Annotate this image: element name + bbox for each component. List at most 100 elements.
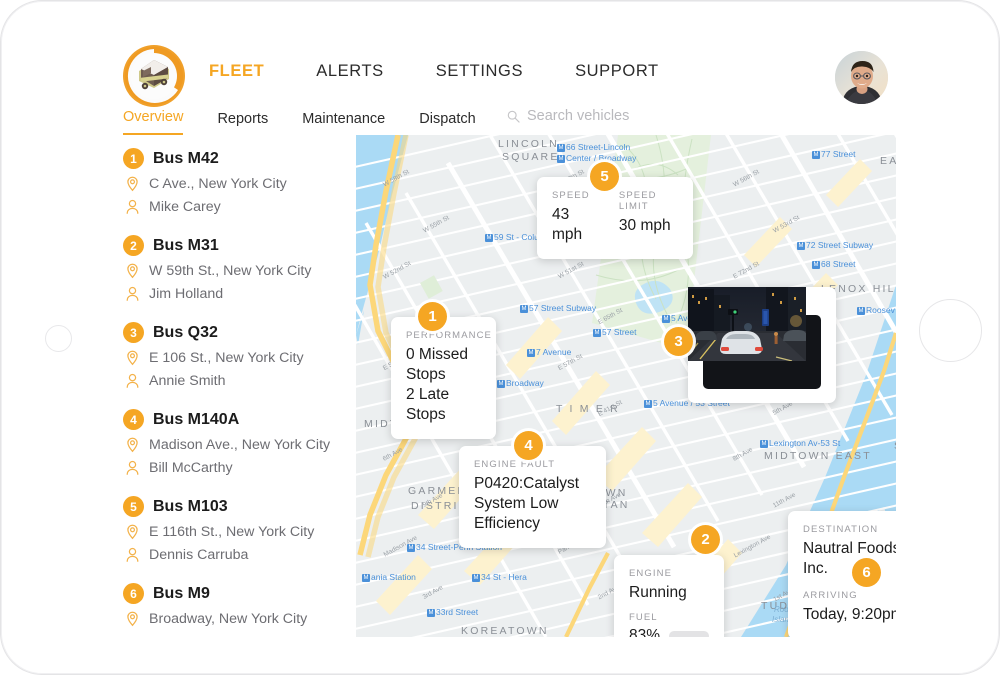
search-icon xyxy=(507,110,520,123)
search-placeholder: Search vehicles xyxy=(527,108,630,124)
bus-header[interactable]: 2 Bus M31 xyxy=(106,235,356,256)
list-item[interactable]: 3 Bus Q32 E 106 St., New York City Annie Sm… xyxy=(106,322,356,389)
main-navigation: FLEET ALERTS SETTINGS SUPPORT xyxy=(209,62,685,81)
map-pin-icon xyxy=(127,350,138,366)
bus-driver: Annie Smith xyxy=(149,373,226,389)
list-item[interactable]: 5 Bus M103 E 116th St., New York City Denni… xyxy=(106,496,356,563)
bus-driver-row: Annie Smith xyxy=(106,373,356,389)
vehicle-pin-4[interactable]: 4 xyxy=(514,431,543,460)
tab-overview[interactable]: Overview xyxy=(123,109,184,135)
popup-engine-fault-line1: P0420:Catalyst xyxy=(474,475,580,492)
bus-location-row: E 106 St., New York City xyxy=(106,350,356,366)
popup-destination-value: Nautral Foods, Inc. xyxy=(803,540,896,577)
popup-performance-label: PERFORMANCE xyxy=(406,330,492,341)
popup-engine-fault[interactable]: ENGINE FAULT P0420:Catalyst System Low E… xyxy=(459,446,606,548)
bus-name: Bus M42 xyxy=(153,149,219,167)
dashcam-night-street-photo[interactable] xyxy=(688,287,821,389)
bus-header[interactable]: 3 Bus Q32 xyxy=(106,322,356,343)
popup-speed-label: SPEED xyxy=(552,190,590,201)
map-pin-icon xyxy=(127,263,138,279)
bus-driver-row: Jim Holland xyxy=(106,286,356,302)
bus-location: E 116th St., New York City xyxy=(149,524,315,540)
popup-destination-label: DESTINATION xyxy=(803,524,879,535)
popup-speed-limit-label: SPEED LIMIT xyxy=(618,190,657,212)
avatar[interactable] xyxy=(835,51,888,104)
bus-driver: Mike Carey xyxy=(149,199,221,215)
bus-location-row: W 59th St., New York City xyxy=(106,263,356,279)
nav-item-alerts[interactable]: ALERTS xyxy=(290,62,410,81)
bus-location: Madison Ave., New York City xyxy=(149,437,331,453)
bus-location-row: Madison Ave., New York City xyxy=(106,437,356,453)
bus-header[interactable]: 5 Bus M103 xyxy=(106,496,356,517)
tablet-camera xyxy=(45,325,72,352)
bus-driver: Bill McCarthy xyxy=(149,460,233,476)
popup-engine[interactable]: ENGINE Running FUEL 83% xyxy=(614,555,724,637)
vehicle-list[interactable]: 1 Bus M42 C Ave., New York City Mike Carey 2… xyxy=(106,135,356,637)
bus-index-badge: 4 xyxy=(123,409,144,430)
list-item[interactable]: 1 Bus M42 C Ave., New York City Mike Carey xyxy=(106,148,356,215)
popup-arriving-label: ARRIVING xyxy=(803,590,858,601)
bus-name: Bus M31 xyxy=(153,236,219,254)
bus-header[interactable]: 1 Bus M42 xyxy=(106,148,356,169)
popup-performance-line2: 2 Late Stops xyxy=(406,386,450,423)
tablet-home-button[interactable] xyxy=(919,299,982,362)
nav-item-settings[interactable]: SETTINGS xyxy=(410,62,549,81)
map-pin-icon xyxy=(127,176,138,192)
person-icon xyxy=(126,286,139,301)
vehicle-pin-5[interactable]: 5 xyxy=(590,162,619,191)
bus-location: Broadway, New York City xyxy=(149,611,308,627)
map-pin-icon xyxy=(127,437,138,453)
popup-fuel-value: 83% xyxy=(629,627,661,637)
app-header: FLEET ALERTS SETTINGS SUPPORT Overview R… xyxy=(106,36,896,135)
bus-name: Bus Q32 xyxy=(153,323,218,341)
popup-speed[interactable]: SPEED 43 mph SPEED LIMIT 30 mph xyxy=(537,177,693,259)
bus-driver: Jim Holland xyxy=(149,286,224,302)
popup-performance-line1: 0 Missed Stops xyxy=(406,346,469,383)
bus-index-badge: 2 xyxy=(123,235,144,256)
popup-speed-limit-value: 30 mph xyxy=(618,217,671,234)
list-item[interactable]: 2 Bus M31 W 59th St., New York City Jim Hol… xyxy=(106,235,356,302)
popup-arriving-value: Today, 9:20pm xyxy=(803,606,896,623)
bus-name: Bus M103 xyxy=(153,497,228,515)
bus-driver-row: Bill McCarthy xyxy=(106,460,356,476)
popup-performance[interactable]: PERFORMANCE 0 Missed Stops 2 Late Stops xyxy=(391,317,496,439)
map-pin-icon xyxy=(127,524,138,540)
map-pin-icon xyxy=(127,611,138,627)
bus-location: W 59th St., New York City xyxy=(149,263,312,279)
popup-speed-value: 43 mph xyxy=(552,206,583,243)
bus-header[interactable]: 6 Bus M9 xyxy=(106,583,356,604)
popup-harsh-braking[interactable]: HARSH BRAKING xyxy=(688,287,836,403)
popup-engine-fault-label: ENGINE FAULT xyxy=(474,459,556,470)
bus-logo-icon[interactable] xyxy=(123,45,185,107)
vehicle-pin-2[interactable]: 2 xyxy=(691,525,720,554)
app-screen: FLEET ALERTS SETTINGS SUPPORT Overview R… xyxy=(106,36,896,637)
fuel-gauge: 83% xyxy=(629,627,709,637)
sub-navigation: Overview Reports Maintenance Dispatch xyxy=(106,103,896,135)
tab-reports[interactable]: Reports xyxy=(217,111,268,135)
bus-header[interactable]: 4 Bus M140A xyxy=(106,409,356,430)
tab-maintenance[interactable]: Maintenance xyxy=(302,111,385,135)
list-item[interactable]: 4 Bus M140A Madison Ave., New York City Bil… xyxy=(106,409,356,476)
bus-index-badge: 3 xyxy=(123,322,144,343)
search-input[interactable]: Search vehicles xyxy=(507,108,629,124)
bus-name: Bus M9 xyxy=(153,584,210,602)
vehicle-pin-6[interactable]: 6 xyxy=(852,558,881,587)
person-icon xyxy=(126,199,139,214)
list-item[interactable]: 6 Bus M9 Broadway, New York City xyxy=(106,583,356,627)
bus-location-row: C Ave., New York City xyxy=(106,176,356,192)
bus-driver-row: Mike Carey xyxy=(106,199,356,215)
nav-item-support[interactable]: SUPPORT xyxy=(549,62,685,81)
bus-driver: Dennis Carruba xyxy=(149,547,249,563)
bus-driver-row: Dennis Carruba xyxy=(106,547,356,563)
vehicle-pin-1[interactable]: 1 xyxy=(418,302,447,331)
vehicle-pin-3[interactable]: 3 xyxy=(664,327,693,356)
popup-fuel-label: FUEL xyxy=(629,612,658,623)
fuel-bar-track xyxy=(669,631,709,637)
nav-item-fleet[interactable]: FLEET xyxy=(209,62,290,81)
bus-location: C Ave., New York City xyxy=(149,176,287,192)
tab-dispatch[interactable]: Dispatch xyxy=(419,111,475,135)
bus-name: Bus M140A xyxy=(153,410,240,428)
tablet-frame: FLEET ALERTS SETTINGS SUPPORT Overview R… xyxy=(0,0,1000,675)
bus-index-badge: 5 xyxy=(123,496,144,517)
fleet-map[interactable]: LINCOLNSQUARELENOX HILLMIDTOWN WESAMONDS… xyxy=(356,135,896,637)
